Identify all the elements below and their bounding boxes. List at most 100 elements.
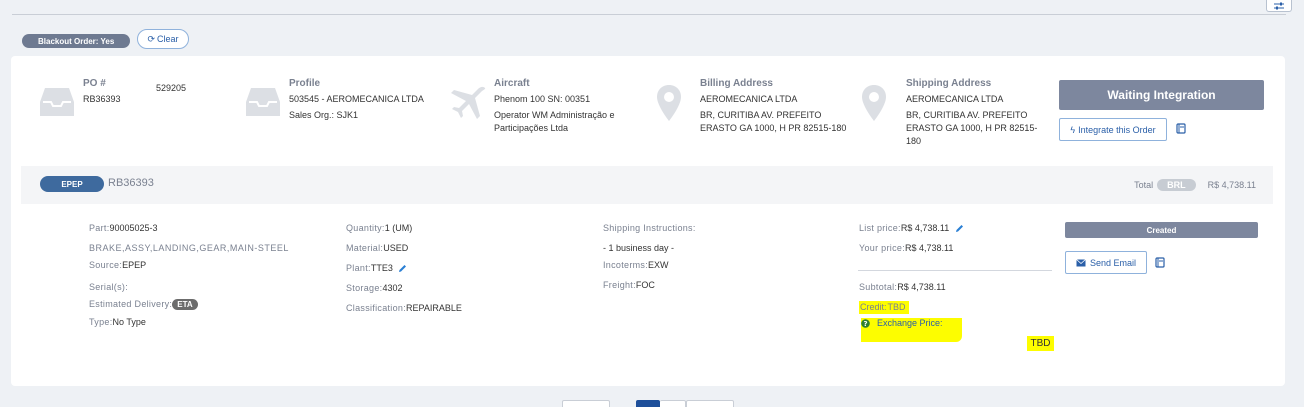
filter-settings-button[interactable] — [1266, 0, 1292, 12]
billing-label: Billing Address — [700, 78, 773, 89]
exchange-price-value: TBD — [1027, 336, 1054, 351]
airplane-icon — [451, 86, 486, 119]
plant-value: TTE3 — [370, 263, 393, 273]
profile-inbox-icon — [246, 88, 280, 116]
profile-customer: 503545 - AEROMECANICA LTDA — [289, 94, 424, 104]
envelope-icon — [1076, 258, 1086, 266]
shipping-label: Shipping Address — [906, 78, 992, 89]
edit-plant-icon[interactable] — [398, 264, 407, 273]
part-label: Part: — [89, 223, 110, 233]
clear-label: Clear — [157, 34, 179, 44]
your-price-label: Your price: — [859, 243, 905, 254]
pager-next[interactable] — [686, 400, 734, 407]
list-price-value: R$ 4,738.11 — [900, 223, 950, 233]
send-email-label: Send Email — [1089, 257, 1137, 268]
incoterms-value: EXW — [648, 260, 669, 270]
pager-prev[interactable] — [562, 400, 610, 407]
line-source-badge: EPEP — [40, 176, 104, 192]
material-details: Quantity:1 (UM) Material:USED Plant:TTE3… — [346, 223, 462, 320]
po-number: 529205 — [156, 83, 187, 93]
order-line-header — [21, 166, 1273, 204]
integrate-label: Integrate this Order — [1078, 124, 1156, 135]
delivery-label: Estimated Delivery: — [89, 299, 173, 309]
part-description: BRAKE,ASSY,LANDING,GEAR,MAIN-STEEL — [89, 243, 289, 253]
blackout-filter-chip[interactable]: Blackout Order: Yes — [22, 34, 131, 48]
shipping-instructions-value: - 1 business day - — [603, 243, 675, 253]
type-label: Type: — [89, 317, 113, 327]
storage-value: 4302 — [382, 283, 403, 294]
top-divider — [12, 14, 1286, 15]
shipping-details: Shipping Instructions: - 1 business day … — [603, 223, 696, 297]
shipping-location-icon — [862, 85, 886, 121]
type-value: No Type — [112, 317, 146, 327]
sliders-icon — [1274, 2, 1284, 9]
shipping-block: Shipping Address AEROMECANICA LTDA BR, C… — [906, 78, 1051, 148]
pager-current-page[interactable] — [636, 400, 660, 407]
part-number: 90005025-3 — [109, 223, 158, 233]
shipping-name: AEROMECANICA LTDA — [906, 94, 1004, 104]
your-price-value: R$ 4,738.11 — [905, 243, 954, 254]
send-email-button[interactable]: Send Email — [1065, 251, 1147, 274]
line-total: Total BRL R$ 4,738.11 — [1134, 179, 1256, 191]
aircraft-operator: Operator WM Administração e Participaçõe… — [494, 110, 615, 133]
billing-block: Billing Address AEROMECANICA LTDA BR, CU… — [700, 78, 850, 135]
order-card: PO # RB36393 529205 Profile 503545 - AER… — [11, 56, 1285, 386]
aircraft-model: Phenom 100 SN: 00351 — [494, 94, 591, 104]
svg-text:?: ? — [863, 320, 867, 328]
source-label: Source: — [89, 260, 123, 270]
order-status-badge: Waiting Integration — [1059, 80, 1264, 110]
credit-value: TBD — [887, 301, 909, 314]
bolt-icon: ϟ — [1070, 124, 1076, 135]
billing-location-icon — [657, 85, 681, 121]
classification-label: Classification: — [346, 303, 407, 314]
aircraft-block: Aircraft Phenom 100 SN: 00351 Operator W… — [494, 78, 634, 135]
pricing-details: List price:R$ 4,738.11 Your price:R$ 4,7… — [859, 223, 964, 260]
line-ref: RB36393 — [108, 177, 154, 189]
help-icon[interactable]: ? — [861, 318, 870, 328]
po-ref: RB36393 — [83, 94, 121, 104]
po-label: PO # — [83, 78, 106, 89]
plant-label: Plant: — [346, 263, 371, 273]
credit-label: Credit: — [859, 301, 888, 314]
line-status-badge: Created — [1065, 222, 1258, 238]
profile-sales-org: Sales Org.: SJK1 — [289, 110, 359, 120]
integrate-order-button[interactable]: ϟ Integrate this Order — [1059, 118, 1167, 141]
quantity-value: 1 (UM) — [384, 223, 413, 233]
subtotal-label: Subtotal: — [859, 282, 898, 292]
serials-label: Serial(s): — [89, 282, 129, 292]
quantity-label: Quantity: — [346, 223, 385, 233]
clear-filters-button[interactable]: ⟳ Clear — [137, 29, 189, 49]
exchange-price-label: Exchange Price: — [877, 318, 943, 328]
eta-badge: ETA — [172, 299, 198, 310]
pricing-divider — [858, 270, 1052, 271]
list-price-label: List price: — [859, 223, 901, 233]
part-details: Part:90005025-3 BRAKE,ASSY,LANDING,GEAR,… — [89, 223, 289, 334]
classification-value: REPAIRABLE — [406, 303, 462, 314]
book-icon[interactable] — [1176, 123, 1186, 134]
shipping-address: BR, CURITIBA AV. PREFEITO ERASTO GA 1000… — [906, 110, 1038, 146]
currency-badge: BRL — [1157, 179, 1196, 191]
pager-page[interactable] — [660, 400, 686, 407]
line-book-icon[interactable] — [1155, 257, 1165, 268]
source-value: EPEP — [122, 260, 147, 270]
aircraft-label: Aircraft — [494, 78, 530, 89]
subtotal-block: Subtotal:R$ 4,738.11 Credit:TBD — [859, 282, 946, 319]
total-label: Total — [1134, 180, 1154, 190]
exchange-price-row: ? Exchange Price: — [861, 318, 962, 342]
material-label: Material: — [346, 243, 384, 253]
freight-label: Freight: — [603, 280, 636, 290]
billing-name: AEROMECANICA LTDA — [700, 94, 798, 104]
profile-block: Profile 503545 - AEROMECANICA LTDA Sales… — [289, 78, 439, 122]
storage-label: Storage: — [346, 283, 383, 294]
shipping-instructions-label: Shipping Instructions: — [603, 223, 696, 233]
edit-price-icon[interactable] — [955, 224, 964, 233]
profile-label: Profile — [289, 78, 321, 89]
material-value: USED — [383, 243, 409, 253]
inbox-icon — [40, 88, 74, 116]
subtotal-value: R$ 4,738.11 — [897, 282, 946, 292]
po-block: PO # RB36393 — [83, 78, 121, 106]
refresh-icon: ⟳ — [147, 33, 156, 44]
incoterms-label: Incoterms: — [603, 260, 649, 270]
billing-address: BR, CURITIBA AV. PREFEITO ERASTO GA 1000… — [700, 110, 847, 133]
freight-value: FOC — [635, 280, 655, 290]
